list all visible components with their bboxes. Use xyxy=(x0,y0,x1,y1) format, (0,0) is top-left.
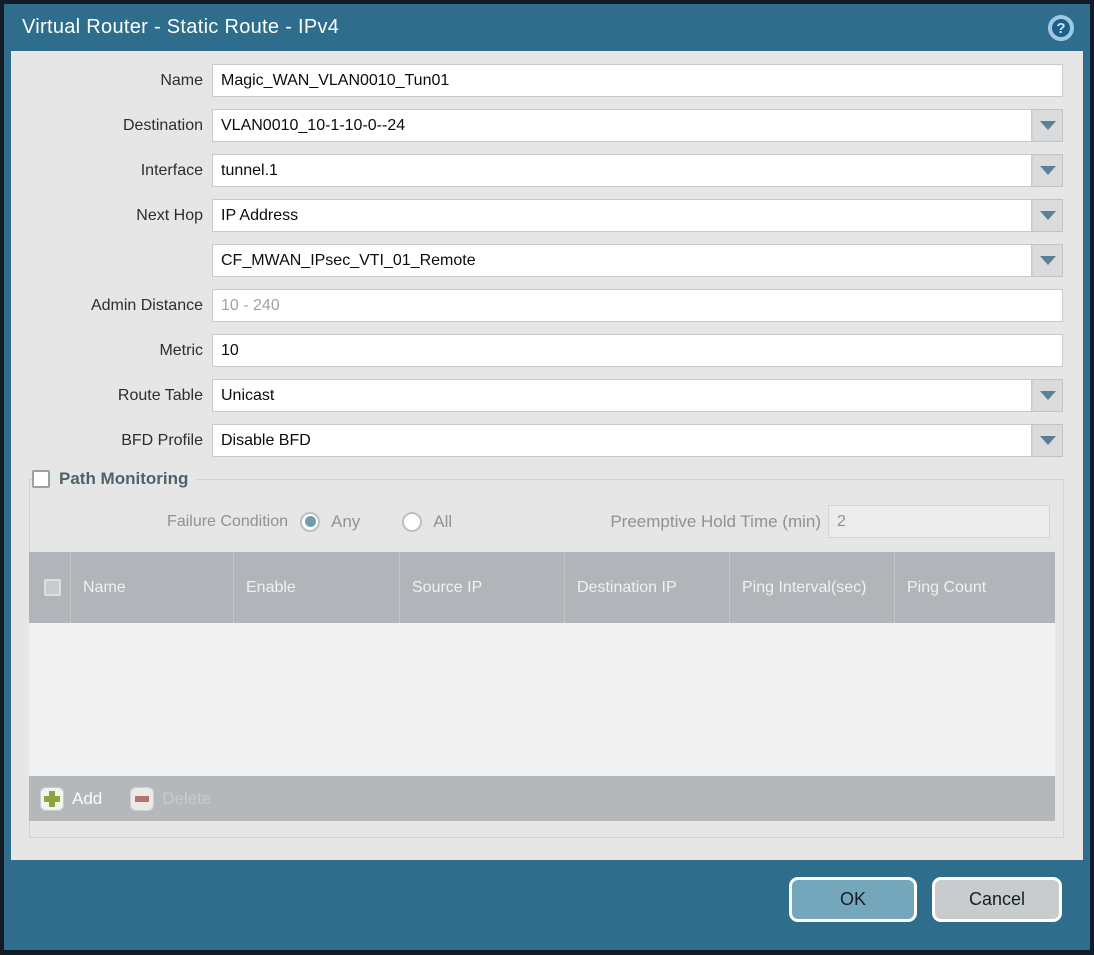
next-hop-address-row xyxy=(11,244,1063,277)
preemptive-hold-time-label: Preemptive Hold Time (min) xyxy=(610,511,821,531)
admin-distance-row: Admin Distance xyxy=(11,289,1063,322)
dialog-footer: OK Cancel xyxy=(4,864,1090,950)
preemptive-hold-time-input xyxy=(828,505,1050,538)
bfd-profile-input[interactable] xyxy=(212,424,1032,457)
delete-button[interactable]: Delete xyxy=(130,786,212,811)
path-monitoring-table: Name Enable Source IP Destination IP Pin… xyxy=(29,552,1055,821)
dialog-title: Virtual Router - Static Route - IPv4 xyxy=(22,16,340,38)
metric-input[interactable] xyxy=(212,334,1063,367)
column-header-enable[interactable]: Enable xyxy=(234,552,400,623)
ok-button[interactable]: OK xyxy=(789,877,917,922)
failure-condition-all-label: All xyxy=(433,511,453,531)
dialog-content: Name Destination Interface Next Hop xyxy=(11,51,1083,860)
select-all-header-cell xyxy=(29,552,71,623)
column-header-ping-interval[interactable]: Ping Interval(sec) xyxy=(730,552,895,623)
next-hop-type-input[interactable] xyxy=(212,199,1032,232)
name-input[interactable] xyxy=(212,64,1063,97)
next-hop-label: Next Hop xyxy=(136,206,203,224)
chevron-down-icon xyxy=(1039,391,1056,400)
admin-distance-input[interactable] xyxy=(212,289,1063,322)
route-table-dropdown-button[interactable] xyxy=(1032,379,1063,412)
column-header-source-ip[interactable]: Source IP xyxy=(400,552,565,623)
path-monitoring-checkbox[interactable] xyxy=(32,470,50,488)
chevron-down-icon xyxy=(1039,211,1056,220)
chevron-down-icon xyxy=(1039,166,1056,175)
delete-button-label: Delete xyxy=(162,788,212,808)
destination-dropdown-button[interactable] xyxy=(1032,109,1063,142)
next-hop-address-input[interactable] xyxy=(212,244,1032,277)
column-header-ping-count[interactable]: Ping Count xyxy=(895,552,1055,623)
failure-condition-all-radio[interactable] xyxy=(402,511,423,532)
column-header-destination-ip[interactable]: Destination IP xyxy=(565,552,730,623)
column-header-name[interactable]: Name xyxy=(71,552,234,623)
interface-label: Interface xyxy=(140,161,203,179)
bfd-profile-row: BFD Profile xyxy=(11,424,1063,457)
route-table-input[interactable] xyxy=(212,379,1032,412)
route-table-row: Route Table xyxy=(11,379,1063,412)
add-button-label: Add xyxy=(72,788,103,808)
next-hop-type-dropdown-button[interactable] xyxy=(1032,199,1063,232)
destination-label: Destination xyxy=(122,116,203,134)
name-label: Name xyxy=(160,71,203,89)
static-route-dialog: Virtual Router - Static Route - IPv4 ? N… xyxy=(4,4,1090,950)
bfd-profile-label: BFD Profile xyxy=(121,431,203,449)
next-hop-address-dropdown-button[interactable] xyxy=(1032,244,1063,277)
destination-row: Destination xyxy=(11,109,1063,142)
next-hop-row: Next Hop xyxy=(11,199,1063,232)
metric-label: Metric xyxy=(159,341,203,359)
metric-row: Metric xyxy=(11,334,1063,367)
failure-condition-any-radio[interactable] xyxy=(300,511,320,532)
destination-input[interactable] xyxy=(212,109,1032,142)
path-monitoring-legend: Path Monitoring xyxy=(32,469,196,489)
name-row: Name xyxy=(11,64,1063,97)
table-header-row: Name Enable Source IP Destination IP Pin… xyxy=(29,552,1055,623)
chevron-down-icon xyxy=(1039,256,1056,265)
path-monitoring-section: Path Monitoring Failure Condition Any Al… xyxy=(29,469,1064,838)
minus-icon xyxy=(130,786,155,811)
bfd-profile-dropdown-button[interactable] xyxy=(1032,424,1063,457)
table-footer-bar: Add Delete xyxy=(29,776,1055,821)
table-body-empty xyxy=(29,623,1055,776)
chevron-down-icon xyxy=(1039,436,1056,445)
add-button[interactable]: Add xyxy=(40,786,103,811)
interface-row: Interface xyxy=(11,154,1063,187)
failure-condition-label: Failure Condition xyxy=(167,512,288,530)
path-monitoring-title: Path Monitoring xyxy=(59,469,189,488)
interface-input[interactable] xyxy=(212,154,1032,187)
help-icon[interactable]: ? xyxy=(1048,15,1074,41)
route-table-label: Route Table xyxy=(117,386,203,404)
dialog-titlebar: Virtual Router - Static Route - IPv4 ? xyxy=(4,4,1090,51)
interface-dropdown-button[interactable] xyxy=(1032,154,1063,187)
failure-condition-any-label: Any xyxy=(331,511,361,531)
cancel-button[interactable]: Cancel xyxy=(932,877,1062,922)
select-all-checkbox[interactable] xyxy=(44,579,61,596)
admin-distance-label: Admin Distance xyxy=(90,296,203,314)
radio-dot xyxy=(304,516,316,527)
chevron-down-icon xyxy=(1039,121,1056,130)
failure-condition-row: Failure Condition Any All Preemptive Hol… xyxy=(30,505,1050,538)
plus-icon xyxy=(40,786,64,811)
